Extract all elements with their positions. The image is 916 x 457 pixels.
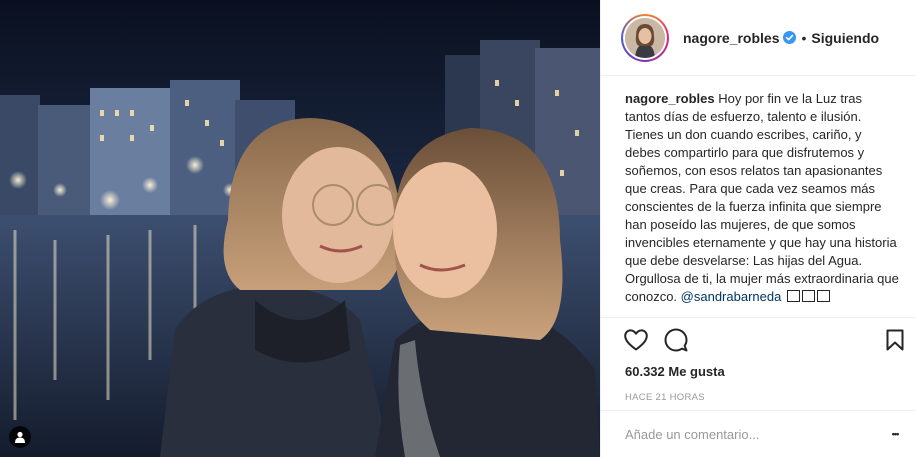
- more-options-icon: •••: [891, 429, 900, 439]
- header-text: nagore_robles • Siguiendo: [683, 30, 879, 46]
- user-tag-icon: [15, 431, 25, 443]
- heart-icon: [624, 329, 648, 351]
- post-timestamp[interactable]: HACE 21 HORAS: [601, 392, 916, 403]
- save-button[interactable]: [882, 327, 908, 353]
- caption: nagore_robles Hoy por fin ve la Luz tras…: [601, 76, 916, 318]
- avatar: [625, 17, 665, 58]
- photo-scene: [0, 0, 600, 457]
- post-photo[interactable]: [0, 0, 600, 457]
- caption-username-link[interactable]: nagore_robles: [625, 91, 715, 106]
- avatar-image: [625, 17, 665, 58]
- post-side-panel: nagore_robles • Siguiendo nagore_robles …: [600, 0, 916, 457]
- story-ring[interactable]: [621, 13, 669, 62]
- emoji-glyph: [816, 290, 830, 302]
- comment-input[interactable]: [625, 426, 887, 442]
- comment-bubble-icon: [664, 328, 688, 352]
- mention-link[interactable]: @sandrabarneda: [681, 289, 782, 304]
- separator-dot: •: [801, 29, 807, 46]
- action-bar: [601, 318, 916, 362]
- comment-bar: •••: [601, 410, 916, 457]
- emoji-glyph: [786, 290, 800, 302]
- username-link[interactable]: nagore_robles: [683, 30, 779, 46]
- more-options-button[interactable]: •••: [887, 426, 903, 442]
- like-button[interactable]: [623, 327, 649, 353]
- user-tag-button[interactable]: [9, 426, 31, 448]
- verified-badge-icon: [783, 31, 797, 44]
- emoji-glyph: [801, 290, 815, 302]
- avatar-frame: [623, 15, 667, 60]
- bookmark-icon: [886, 329, 904, 351]
- caption-text: Hoy por fin ve la Luz tras tantos días d…: [625, 91, 899, 304]
- comment-button[interactable]: [663, 327, 689, 353]
- post-header: nagore_robles • Siguiendo: [601, 0, 916, 76]
- following-button[interactable]: Siguiendo: [811, 30, 879, 46]
- like-count[interactable]: 60.332 Me gusta: [601, 362, 916, 382]
